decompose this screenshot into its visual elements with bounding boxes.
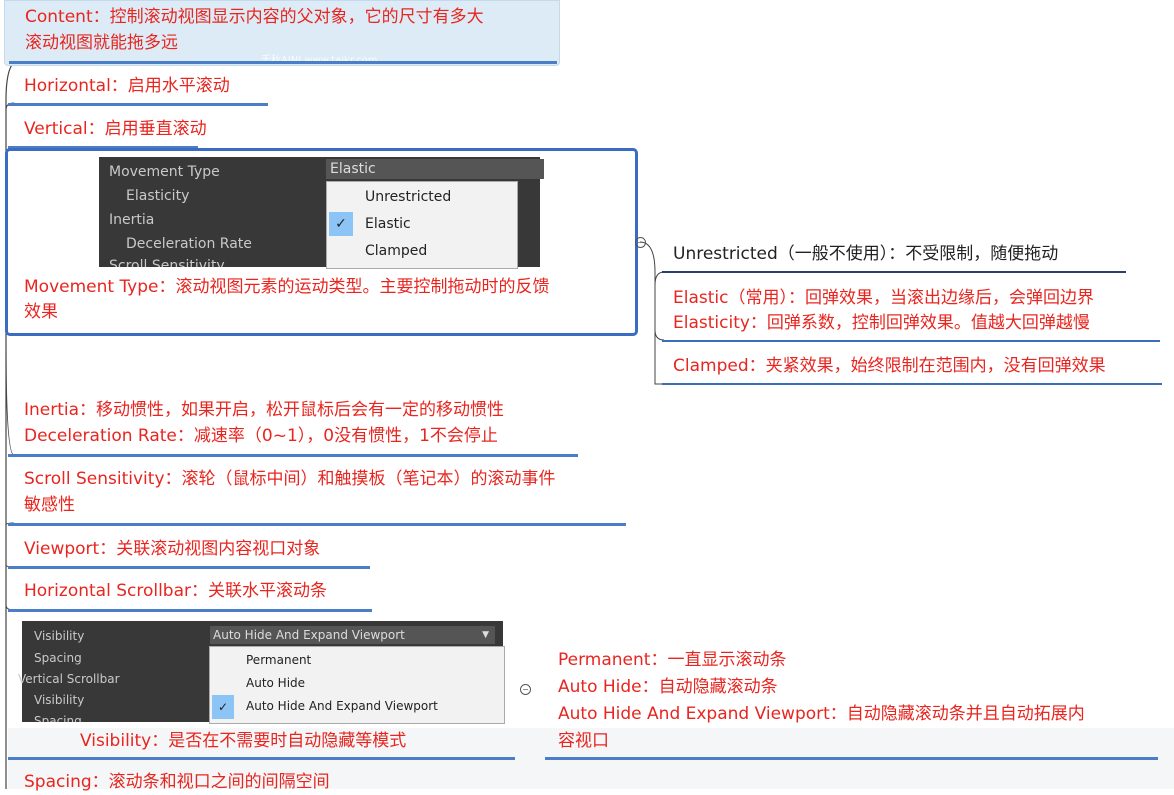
dropdown-arrow-icon: ▼	[482, 630, 489, 640]
horizontal-scrollbar-node[interactable]: Horizontal Scrollbar：关联水平滚动条	[24, 578, 327, 604]
content-text-line1: Content：控制滚动视图显示内容的父对象，它的尺寸有多大	[25, 7, 484, 27]
inspector-label: Elasticity	[126, 188, 190, 204]
horizontal-node[interactable]: Horizontal：启用水平滚动	[24, 73, 230, 99]
inspector-label: Inertia	[109, 212, 155, 228]
inspector-label: Spacing	[34, 714, 82, 722]
scroll-sensitivity-line1[interactable]: Scroll Sensitivity：滚轮（鼠标中间）和触摸板（笔记本）的滚动事…	[24, 466, 556, 492]
elastic-node-line2[interactable]: Elasticity：回弹系数，控制回弹效果。值越大回弹越慢	[673, 310, 1090, 336]
inspector-label: Spacing	[34, 651, 82, 665]
content-text-line2: 滚动视图就能拖多远	[25, 33, 178, 53]
viewport-node[interactable]: Viewport：关联滚动视图内容视口对象	[24, 536, 320, 562]
inspector-label: Visibility	[34, 693, 85, 707]
option-unrestricted: Unrestricted	[365, 189, 452, 205]
deceleration-node-line2[interactable]: Deceleration Rate：减速率（0~1），0没有惯性，1不会停止	[24, 423, 498, 449]
auto-hide-node[interactable]: Auto Hide：自动隐藏滚动条	[558, 674, 778, 700]
check-icon: ✓	[329, 212, 353, 236]
movement-type-node[interactable]: Movement Type Elasticity Inertia Deceler…	[5, 148, 638, 336]
option-permanent: Permanent	[246, 653, 312, 667]
permanent-node[interactable]: Permanent：一直显示滚动条	[558, 647, 786, 673]
visibility-node[interactable]: Visibility：是否在不需要时自动隐藏等模式	[80, 728, 406, 754]
movement-type-text-line2: 效果	[24, 302, 58, 322]
spacing-node[interactable]: Spacing：滚动条和视口之间的间隔空间	[24, 769, 330, 795]
visibility-dropdown: Auto Hide And Expand Viewport ▼	[210, 626, 495, 644]
dropdown-value: Auto Hide And Expand Viewport	[213, 628, 405, 642]
check-icon: ✓	[212, 695, 234, 719]
scroll-sensitivity-line2[interactable]: 敏感性	[24, 492, 75, 518]
movement-type-dropdown: Elastic	[326, 159, 544, 179]
elastic-node-line1[interactable]: Elastic（常用）：回弹效果，当滚出边缘后，会弹回边界	[673, 285, 1094, 311]
collapse-icon[interactable]: −	[635, 237, 646, 248]
inspector-label: Scroll Sensitivity	[109, 258, 225, 267]
option-auto-hide: Auto Hide	[246, 676, 306, 690]
inspector-label: Visibility	[34, 629, 85, 643]
inspector-label: Vertical Scrollbar	[18, 672, 120, 686]
inertia-node-line1[interactable]: Inertia：移动惯性，如果开启，松开鼠标后会有一定的移动惯性	[24, 397, 504, 423]
auto-hide-expand-line2[interactable]: 容视口	[558, 728, 609, 754]
option-auto-hide-expand: Auto Hide And Expand Viewport	[246, 699, 438, 713]
movement-type-text-line1: Movement Type：滚动视图元素的运动类型。主要控制拖动时的反馈	[24, 277, 550, 297]
option-elastic: Elastic	[365, 216, 411, 232]
visibility-screenshot: Visibility Spacing Vertical Scrollbar Vi…	[18, 621, 505, 724]
movement-type-screenshot: Movement Type Elasticity Inertia Deceler…	[99, 157, 544, 269]
collapse-icon[interactable]: −	[520, 684, 531, 695]
inspector-label: Movement Type	[109, 164, 220, 180]
auto-hide-expand-line1[interactable]: Auto Hide And Expand Viewport：自动隐藏滚动条并且自…	[558, 701, 1085, 727]
inspector-label: Deceleration Rate	[126, 236, 252, 252]
unrestricted-node[interactable]: Unrestricted（一般不使用）：不受限制，随便拖动	[673, 241, 1058, 267]
clamped-node[interactable]: Clamped：夹紧效果，始终限制在范围内，没有回弹效果	[673, 353, 1106, 379]
vertical-node[interactable]: Vertical：启用垂直滚动	[24, 116, 207, 142]
option-clamped: Clamped	[365, 243, 428, 259]
content-node[interactable]: Content：控制滚动视图显示内容的父对象，它的尺寸有多大 滚动视图就能拖多远…	[4, 0, 560, 66]
